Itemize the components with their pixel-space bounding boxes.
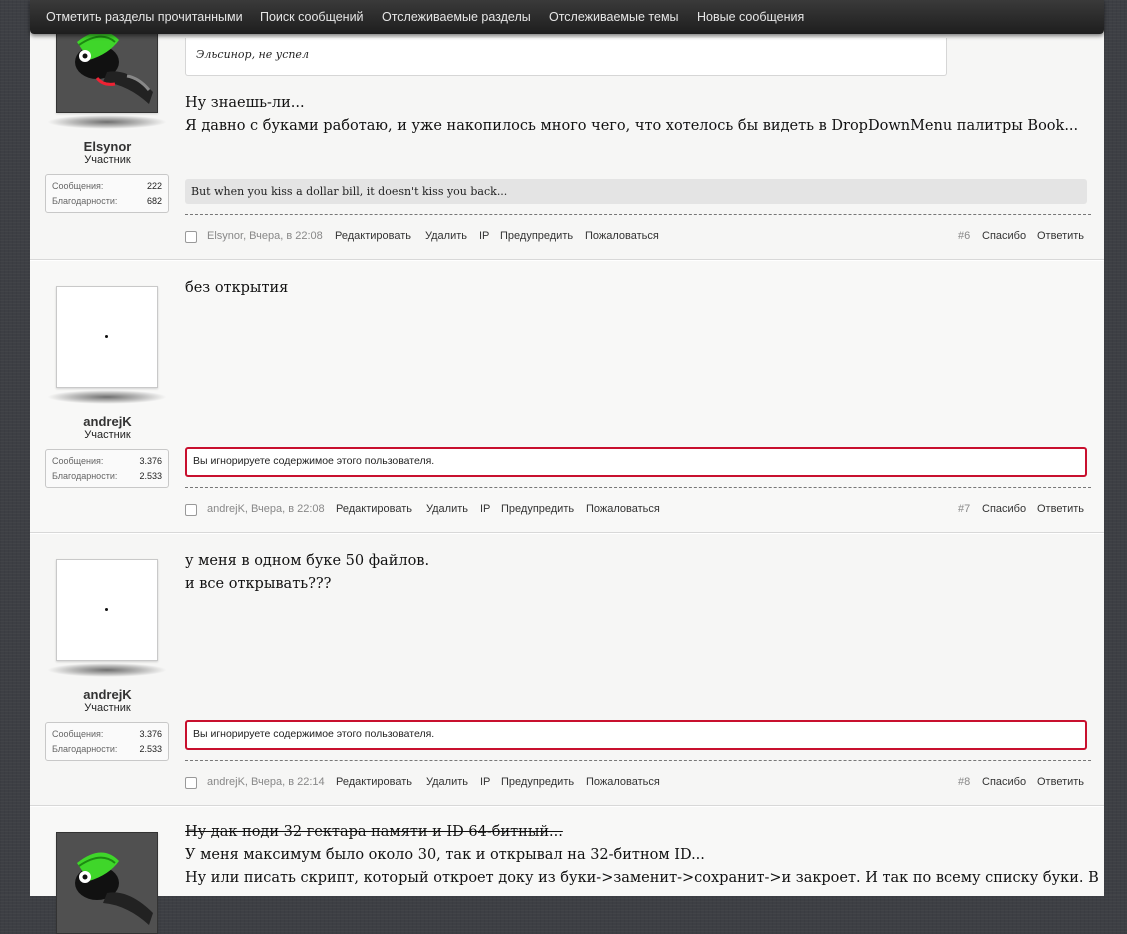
ignored-text: Вы игнорируете содержимое этого пользова… (193, 455, 435, 467)
edit-link[interactable]: Редактировать (336, 776, 412, 788)
delete-link[interactable]: Удалить (426, 503, 468, 515)
ignored-notice: Вы игнорируете содержимое этого пользова… (185, 447, 1087, 477)
post-footer: andrejK, Вчера, в 22:14 Редактировать Уд… (185, 776, 1087, 792)
message-line: Я давно с буками работаю, и уже накопило… (185, 118, 1079, 134)
quote-text: Эльсинор, не успел (196, 48, 309, 61)
reply-button[interactable]: Ответить (1037, 503, 1084, 515)
report-link[interactable]: Пожаловаться (586, 776, 660, 788)
warn-link[interactable]: Предупредить (501, 503, 574, 515)
username[interactable]: Elsynor (45, 139, 170, 154)
reply-button[interactable]: Ответить (1037, 230, 1084, 242)
message-line: Ну знаешь-ли... (185, 95, 305, 111)
post-footer: andrejK, Вчера, в 22:08 Редактировать Уд… (185, 503, 1087, 519)
nav-search-posts[interactable]: Поиск сообщений (260, 10, 364, 24)
post-meta: andrejK, Вчера, в 22:08 (207, 503, 325, 515)
nav-mark-forums-read[interactable]: Отметить разделы прочитанными (46, 10, 243, 24)
select-checkbox[interactable] (185, 504, 197, 516)
user-title: Участник (84, 429, 131, 441)
avatar[interactable] (56, 286, 158, 388)
thanks-label: Благодарности: (52, 196, 118, 206)
edit-link[interactable]: Редактировать (336, 503, 412, 515)
reply-button[interactable]: Ответить (1037, 776, 1084, 788)
message-line: без открытия (185, 280, 289, 296)
avatar-placeholder-icon (105, 335, 108, 338)
username[interactable]: andrejK (45, 687, 170, 702)
post-number-link[interactable]: #8 (958, 776, 970, 788)
thanks-button[interactable]: Спасибо (982, 776, 1026, 788)
post-9: Ну дак поди 32 гектара памяти и ID 64-би… (30, 805, 1104, 934)
signature-text: But when you kiss a dollar bill, it does… (191, 185, 508, 198)
signature: But when you kiss a dollar bill, it does… (185, 179, 1087, 204)
user-title: Участник (84, 702, 131, 714)
avatar-shadow (47, 390, 167, 404)
message-line-strikethrough: Ну дак поди 32 гектара памяти и ID 64-би… (185, 824, 563, 840)
nav-subscribed-forums[interactable]: Отслеживаемые разделы (382, 10, 531, 24)
posts-label: Сообщения: (52, 456, 104, 466)
report-link[interactable]: Пожаловаться (585, 230, 659, 242)
report-link[interactable]: Пожаловаться (586, 503, 660, 515)
divider (185, 214, 1091, 215)
avatar-placeholder-icon (105, 608, 108, 611)
delete-link[interactable]: Удалить (426, 776, 468, 788)
posts-label: Сообщения: (52, 729, 104, 739)
post-number-link[interactable]: #6 (958, 230, 970, 242)
post-6: Elsynor Участник Сообщения: 222 Благодарн… (30, 0, 1104, 260)
nav-new-posts[interactable]: Новые сообщения (697, 10, 804, 24)
post-message: у меня в одном буке 50 файлов. и все отк… (185, 550, 429, 596)
thanks-label: Благодарности: (52, 744, 118, 754)
ignored-text: Вы игнорируете содержимое этого пользова… (193, 728, 435, 740)
avatar[interactable] (56, 559, 158, 661)
quote-block: Эльсинор, не успел (185, 38, 947, 76)
edit-link[interactable]: Редактировать (335, 230, 411, 242)
thanks-button[interactable]: Спасибо (982, 230, 1026, 242)
message-line: у меня в одном буке 50 файлов. (185, 553, 430, 569)
user-stats: Сообщения: 3.376 Благодарности: 2.533 (45, 722, 169, 761)
message-line: и все открывать??? (185, 576, 332, 592)
post-meta: Elsynor, Вчера, в 22:08 (207, 230, 323, 242)
posts-count: 222 (146, 181, 162, 191)
thread-content: Elsynor Участник Сообщения: 222 Благодарн… (30, 0, 1104, 934)
ignored-notice: Вы игнорируете содержимое этого пользова… (185, 720, 1087, 750)
warn-link[interactable]: Предупредить (500, 230, 573, 242)
ip-link[interactable]: IP (480, 503, 490, 515)
avatar-shadow (47, 115, 167, 129)
post-message: без открытия (185, 277, 288, 300)
thanks-button[interactable]: Спасибо (982, 503, 1026, 515)
message-line: У меня максимум было около 30, так и отк… (185, 847, 705, 863)
select-checkbox[interactable] (185, 777, 197, 789)
thanks-count: 2.533 (139, 471, 162, 481)
toucan-avatar-icon (57, 833, 157, 933)
thanks-label: Благодарности: (52, 471, 118, 481)
posts-count: 3.376 (139, 729, 162, 739)
username[interactable]: andrejK (45, 414, 170, 429)
ip-link[interactable]: IP (479, 230, 489, 242)
avatar-shadow (47, 663, 167, 677)
user-stats: Сообщения: 222 Благодарности: 682 (45, 174, 169, 213)
thanks-count: 682 (146, 196, 162, 206)
select-checkbox[interactable] (185, 231, 197, 243)
user-stats: Сообщения: 3.376 Благодарности: 2.533 (45, 449, 169, 488)
post-footer: Elsynor, Вчера, в 22:08 Редактировать Уд… (185, 230, 1087, 246)
posts-label: Сообщения: (52, 181, 104, 191)
delete-link[interactable]: Удалить (425, 230, 467, 242)
divider (185, 760, 1091, 761)
warn-link[interactable]: Предупредить (501, 776, 574, 788)
post-number-link[interactable]: #7 (958, 503, 970, 515)
top-navbar: Отметить разделы прочитанными Поиск сооб… (30, 0, 1104, 34)
post-message: Ну знаешь-ли... Я давно с буками работаю… (185, 92, 1078, 138)
user-title: Участник (84, 154, 131, 166)
post-8: andrejK Участник Сообщения: 3.376 Благода… (30, 532, 1104, 806)
post-7: andrejK Участник Сообщения: 3.376 Благода… (30, 259, 1104, 533)
ip-link[interactable]: IP (480, 776, 490, 788)
avatar[interactable] (56, 832, 158, 934)
thanks-count: 2.533 (139, 744, 162, 754)
divider (185, 487, 1091, 488)
post-meta: andrejK, Вчера, в 22:14 (207, 776, 325, 788)
nav-subscribed-threads[interactable]: Отслеживаемые темы (549, 10, 679, 24)
message-line: Ну или писать скрипт, который откроет до… (185, 870, 1099, 886)
posts-count: 3.376 (139, 456, 162, 466)
post-message: Ну дак поди 32 гектара памяти и ID 64-би… (185, 821, 1099, 890)
